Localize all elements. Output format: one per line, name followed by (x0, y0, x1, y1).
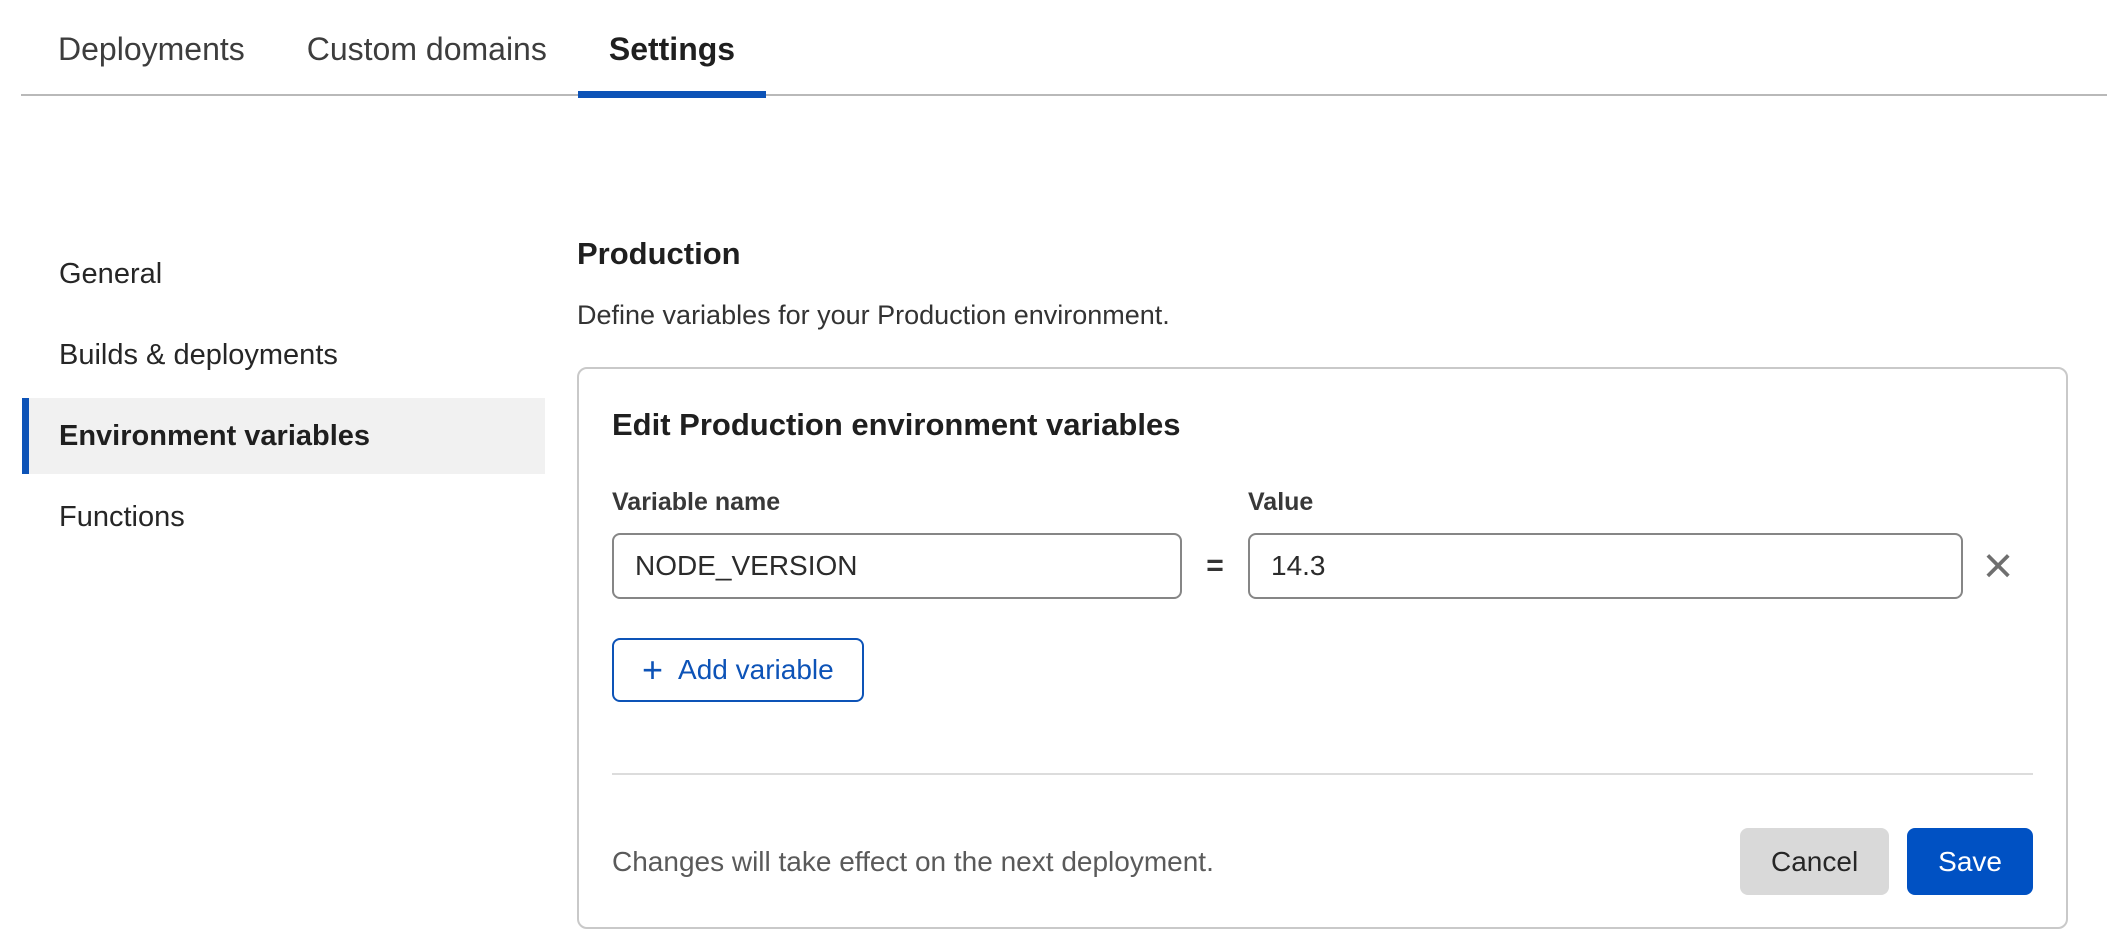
sidebar-item-functions[interactable]: Functions (22, 479, 545, 555)
close-icon: × (1983, 537, 2013, 595)
remove-variable-button[interactable]: × (1979, 540, 2017, 592)
card-footer: Changes will take effect on the next dep… (612, 828, 2033, 895)
tab-settings[interactable]: Settings (578, 0, 766, 94)
project-tab-bar: Deployments Custom domains Settings (21, 0, 2107, 96)
section-description: Define variables for your Production env… (577, 299, 2068, 331)
save-button[interactable]: Save (1907, 828, 2033, 895)
environment-variables-panel: Production Define variables for your Pro… (577, 236, 2068, 929)
sidebar-item-environment-variables[interactable]: Environment variables (22, 398, 545, 474)
remove-variable-cell: × (1963, 533, 2033, 599)
add-variable-label: Add variable (678, 654, 834, 686)
add-variable-button[interactable]: + Add variable (612, 638, 864, 702)
section-title: Production (577, 236, 2068, 272)
settings-content: General Builds & deployments Environment… (0, 96, 2121, 929)
settings-sidebar: General Builds & deployments Environment… (22, 236, 545, 560)
cancel-button[interactable]: Cancel (1740, 828, 1889, 895)
value-input[interactable] (1248, 533, 1963, 599)
variable-name-label: Variable name (612, 487, 1182, 517)
variable-name-field: Variable name (612, 487, 1182, 599)
value-label: Value (1248, 487, 1963, 517)
plus-icon: + (642, 652, 663, 688)
card-divider (612, 773, 2033, 775)
variable-name-input[interactable] (612, 533, 1182, 599)
card-title: Edit Production environment variables (612, 407, 2033, 443)
tab-custom-domains[interactable]: Custom domains (276, 0, 578, 94)
footer-actions: Cancel Save (1740, 828, 2033, 895)
sidebar-item-builds-deployments[interactable]: Builds & deployments (22, 317, 545, 393)
sidebar-item-general[interactable]: General (22, 236, 545, 312)
equals-sign: = (1182, 533, 1248, 599)
env-vars-card: Edit Production environment variables Va… (577, 367, 2068, 929)
value-field: Value (1248, 487, 1963, 599)
footer-note: Changes will take effect on the next dep… (612, 846, 1214, 878)
tab-deployments[interactable]: Deployments (27, 0, 276, 94)
variable-row: Variable name = Value × (612, 487, 2033, 599)
